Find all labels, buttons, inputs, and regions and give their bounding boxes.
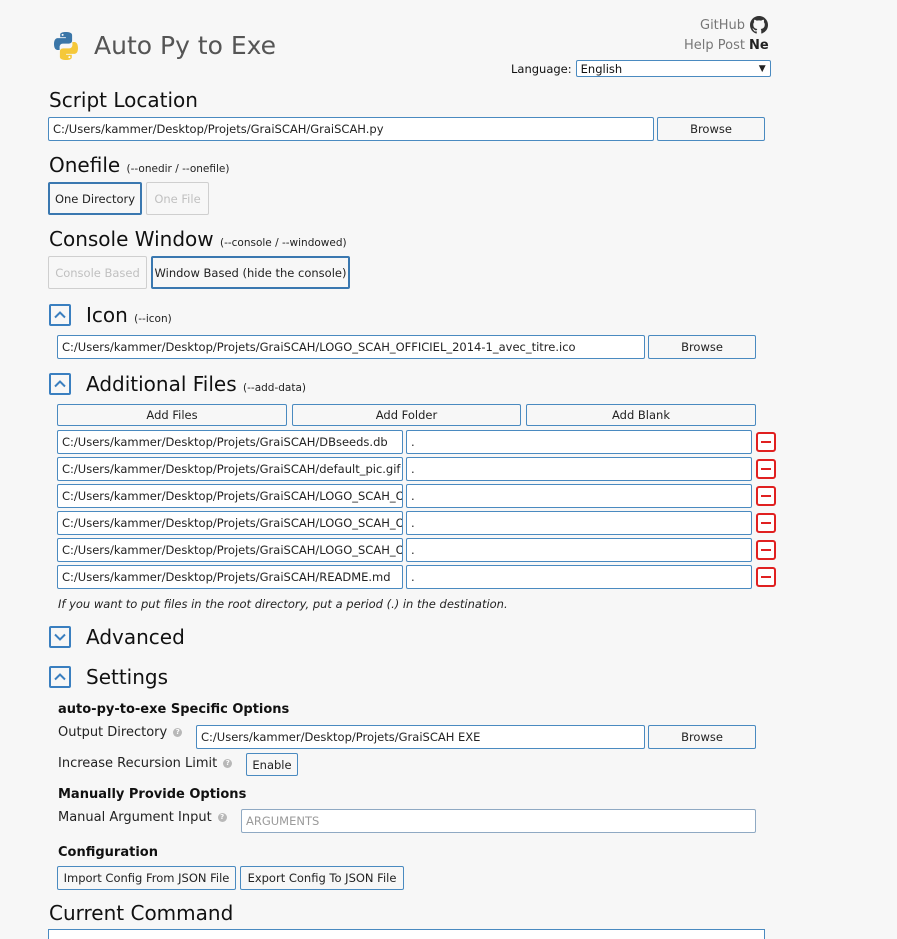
github-link[interactable]: GitHub: [700, 16, 769, 34]
file-dest-input[interactable]: .: [406, 457, 752, 481]
recursion-limit-label: Increase Recursion Limit?: [58, 756, 233, 771]
app-title: Auto Py to Exe: [94, 31, 277, 60]
help-post-badge: Ne: [748, 38, 769, 53]
script-browse-button[interactable]: Browse: [657, 117, 765, 141]
output-directory-label-text: Output Directory: [58, 725, 168, 740]
configuration-heading: Configuration: [58, 845, 158, 860]
help-icon[interactable]: ?: [217, 813, 227, 822]
remove-file-button[interactable]: [756, 486, 776, 506]
current-command-heading: Current Command: [49, 901, 234, 925]
help-post-label: Help Post: [684, 38, 745, 53]
additional-files-toggle[interactable]: [49, 373, 71, 395]
advanced-toggle[interactable]: [49, 626, 71, 648]
manual-argument-label-text: Manual Argument Input: [58, 810, 212, 825]
onefile-heading: Onefile (--onedir / --onefile): [49, 153, 229, 177]
file-source-input[interactable]: C:/Users/kammer/Desktop/Projets/GraiSCAH…: [57, 511, 403, 535]
icon-path-input[interactable]: C:/Users/kammer/Desktop/Projets/GraiSCAH…: [57, 335, 645, 359]
manual-argument-label: Manual Argument Input?: [58, 810, 227, 825]
language-select-value: English: [580, 61, 623, 76]
remove-file-button[interactable]: [756, 432, 776, 452]
chevron-up-icon: [54, 673, 66, 681]
chevron-down-icon: [54, 633, 66, 641]
console-window-flag: (--console / --windowed): [219, 237, 347, 249]
output-browse-button[interactable]: Browse: [648, 725, 756, 749]
file-dest-input[interactable]: .: [406, 538, 752, 562]
file-dest-input[interactable]: .: [406, 484, 752, 508]
remove-file-button[interactable]: [756, 513, 776, 533]
add-blank-button[interactable]: Add Blank: [526, 404, 756, 426]
settings-toggle[interactable]: [49, 666, 71, 688]
file-source-input[interactable]: C:/Users/kammer/Desktop/Projets/GraiSCAH…: [57, 484, 403, 508]
file-source-input[interactable]: C:/Users/kammer/Desktop/Projets/GraiSCAH…: [57, 565, 403, 589]
additional-files-flag: (--add-data): [243, 382, 306, 394]
export-config-button[interactable]: Export Config To JSON File: [240, 866, 404, 890]
help-icon[interactable]: ?: [173, 728, 183, 737]
manual-argument-input[interactable]: ARGUMENTS: [241, 809, 756, 833]
file-source-input[interactable]: C:/Users/kammer/Desktop/Projets/GraiSCAH…: [57, 430, 403, 454]
onefile-flag: (--onedir / --onefile): [126, 163, 230, 175]
advanced-heading: Advanced: [86, 625, 185, 649]
icon-heading-text: Icon: [86, 303, 128, 327]
add-folder-button[interactable]: Add Folder: [292, 404, 521, 426]
github-icon: [750, 16, 769, 34]
onefile-heading-text: Onefile: [49, 153, 121, 177]
additional-files-heading: Additional Files (--add-data): [86, 372, 306, 396]
additional-files-hint: If you want to put files in the root dir…: [58, 597, 508, 611]
language-label: Language:: [511, 61, 572, 76]
icon-section-toggle[interactable]: [49, 304, 71, 326]
file-source-input[interactable]: C:/Users/kammer/Desktop/Projets/GraiSCAH…: [57, 538, 403, 562]
enable-recursion-button[interactable]: Enable: [246, 753, 298, 776]
python-logo-icon: [50, 30, 82, 62]
remove-file-button[interactable]: [756, 567, 776, 587]
icon-flag: (--icon): [134, 313, 172, 325]
help-icon[interactable]: ?: [223, 759, 233, 768]
file-dest-input[interactable]: .: [406, 511, 752, 535]
script-location-input[interactable]: C:/Users/kammer/Desktop/Projets/GraiSCAH…: [48, 117, 654, 141]
help-post-link[interactable]: Help Post Ne: [684, 38, 769, 53]
add-files-button[interactable]: Add Files: [57, 404, 287, 426]
recursion-limit-label-text: Increase Recursion Limit: [58, 756, 218, 771]
remove-file-button[interactable]: [756, 540, 776, 560]
script-location-heading: Script Location: [49, 88, 198, 112]
manual-options-heading: Manually Provide Options: [58, 787, 247, 802]
settings-heading: Settings: [86, 665, 169, 689]
additional-files-heading-text: Additional Files: [86, 372, 237, 396]
language-select[interactable]: English ▼: [575, 60, 771, 77]
chevron-up-icon: [54, 311, 66, 319]
file-dest-input[interactable]: .: [406, 565, 752, 589]
file-source-input[interactable]: C:/Users/kammer/Desktop/Projets/GraiSCAH…: [57, 457, 403, 481]
github-label: GitHub: [700, 17, 746, 33]
remove-file-button[interactable]: [756, 459, 776, 479]
one-directory-button[interactable]: One Directory: [48, 182, 142, 215]
icon-browse-button[interactable]: Browse: [648, 335, 756, 359]
chevron-up-icon: [54, 380, 66, 388]
console-window-heading-text: Console Window: [49, 227, 214, 251]
output-directory-input[interactable]: C:/Users/kammer/Desktop/Projets/GraiSCAH…: [196, 725, 645, 749]
console-window-heading: Console Window (--console / --windowed): [49, 227, 347, 251]
output-directory-label: Output Directory?: [58, 725, 183, 740]
console-based-button[interactable]: Console Based: [48, 256, 147, 289]
one-file-button[interactable]: One File: [146, 182, 209, 215]
icon-heading: Icon (--icon): [86, 303, 172, 327]
window-based-button[interactable]: Window Based (hide the console): [151, 256, 350, 289]
chevron-down-icon: ▼: [758, 63, 766, 74]
import-config-button[interactable]: Import Config From JSON File: [57, 866, 236, 890]
current-command-box: [48, 929, 765, 939]
specific-options-heading: auto-py-to-exe Specific Options: [58, 702, 290, 717]
language-selector: Language: English ▼: [511, 60, 771, 77]
file-dest-input[interactable]: .: [406, 430, 752, 454]
